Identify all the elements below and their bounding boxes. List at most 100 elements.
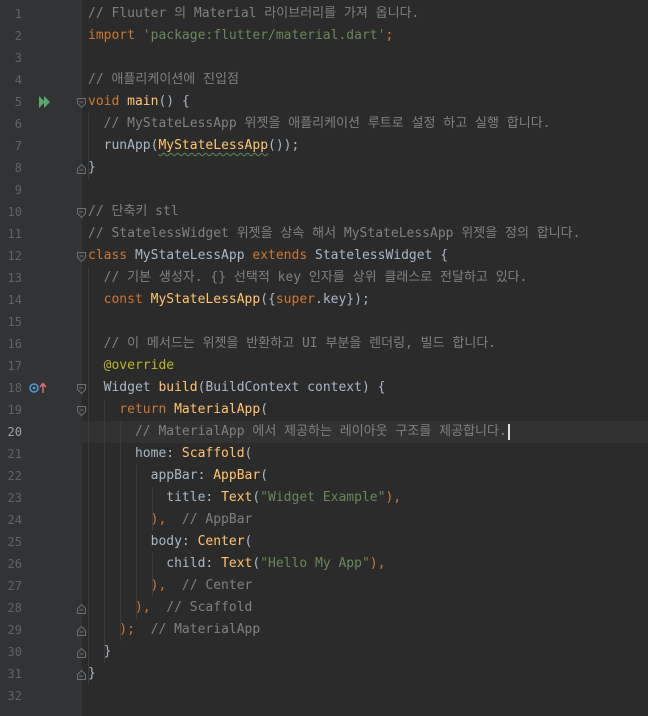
gutter-line[interactable]: 16 <box>0 333 82 355</box>
code-line[interactable]: // 기본 생성자. {} 선택적 key 인자를 상위 클래스로 전달하고 있… <box>82 267 648 289</box>
code-token: .key}); <box>315 292 370 307</box>
code-line[interactable]: ), // Center <box>82 575 648 597</box>
code-line[interactable]: void main() { <box>82 91 648 113</box>
code-line[interactable]: // MyStateLessApp 위젯을 애플리케이션 루트로 설정 하고 실… <box>82 113 648 135</box>
code-token: @override <box>88 358 175 373</box>
code-line[interactable]: Widget build(BuildContext context) { <box>82 377 648 399</box>
line-number-gutter[interactable]: 1 2 3 4 5 6 7 8 9 10 11 12 13 14 15 16 17 18 19 20 21 22 23 24 2… <box>0 0 86 716</box>
gutter-line[interactable]: 30 <box>0 641 86 663</box>
code-line[interactable]: return MaterialApp( <box>82 399 648 421</box>
gutter-line[interactable]: 31 <box>0 663 86 685</box>
code-token: MyStateLessApp <box>150 292 261 307</box>
code-token: // MaterialApp <box>150 622 261 637</box>
line-number: 25 <box>7 535 22 549</box>
code-line[interactable]: body: Center( <box>82 531 648 553</box>
gutter-line[interactable]: 21 <box>0 443 82 465</box>
code-line[interactable]: // 단축키 stl <box>82 201 648 223</box>
line-number: 14 <box>7 293 22 307</box>
gutter-line[interactable]: 24 <box>0 509 82 531</box>
code-editor[interactable]: 1 2 3 4 5 6 7 8 9 10 11 12 13 14 15 16 17 18 19 20 21 22 23 24 2… <box>0 0 648 716</box>
gutter-line[interactable]: 1 <box>0 3 82 25</box>
gutter-line[interactable]: 13 <box>0 267 82 289</box>
code-line[interactable]: } <box>82 663 648 685</box>
code-token: main <box>127 94 159 109</box>
gutter-line[interactable]: 11 <box>0 223 82 245</box>
code-line[interactable]: ), // Scaffold <box>82 597 648 619</box>
code-token: // 이 메서드는 위젯을 반환하고 UI 부분을 렌더링, 빌드 합니다. <box>88 336 497 351</box>
gutter-line[interactable]: 32 <box>0 685 82 707</box>
code-token: } <box>88 160 96 175</box>
gutter-line[interactable]: 19 <box>0 399 86 421</box>
line-number: 28 <box>7 601 22 615</box>
code-line[interactable] <box>82 311 648 333</box>
code-line[interactable]: } <box>82 641 648 663</box>
code-token: ( <box>244 534 253 549</box>
code-token: MaterialApp <box>174 402 261 417</box>
gutter-line[interactable]: 9 <box>0 179 82 201</box>
code-line[interactable]: home: Scaffold( <box>82 443 648 465</box>
code-line[interactable] <box>82 47 648 69</box>
override-marker-icon[interactable] <box>29 382 47 394</box>
gutter-line[interactable]: 5 <box>0 91 86 113</box>
code-line[interactable]: runApp(MyStateLessApp()); <box>82 135 648 157</box>
code-line[interactable]: // 애플리케이션에 진입점 <box>82 69 648 91</box>
line-number: 2 <box>14 29 22 43</box>
gutter-line[interactable]: 29 <box>0 619 86 641</box>
gutter-line[interactable]: 26 <box>0 553 82 575</box>
line-number: 16 <box>7 337 22 351</box>
gutter-line[interactable]: 20 <box>0 421 82 443</box>
code-line[interactable]: // StatelessWidget 위젯을 상속 해서 MyStateLess… <box>82 223 648 245</box>
run-icon[interactable] <box>39 96 51 108</box>
code-line[interactable]: } <box>82 157 648 179</box>
code-token: MyStateLessApp <box>134 248 253 263</box>
gutter-line[interactable]: 17 <box>0 355 82 377</box>
code-line[interactable] <box>82 685 648 707</box>
gutter-line[interactable]: 28 <box>0 597 86 619</box>
gutter-line[interactable]: 7 <box>0 135 82 157</box>
line-number: 29 <box>7 623 22 637</box>
code-token: import <box>88 28 143 43</box>
code-token: // MyStateLessApp 위젯을 애플리케이션 루트로 설정 하고 실… <box>88 116 551 131</box>
line-number: 1 <box>14 7 22 21</box>
line-number: 3 <box>14 51 22 65</box>
gutter-line[interactable]: 6 <box>0 113 82 135</box>
line-number: 13 <box>7 271 22 285</box>
gutter-line[interactable]: 22 <box>0 465 82 487</box>
code-line[interactable]: // 이 메서드는 위젯을 반환하고 UI 부분을 렌더링, 빌드 합니다. <box>82 333 648 355</box>
code-line[interactable]: class MyStateLessApp extends StatelessWi… <box>82 245 648 267</box>
gutter-line[interactable]: 10 <box>0 201 86 223</box>
line-number: 18 <box>7 381 22 395</box>
code-line[interactable]: import 'package:flutter/material.dart'; <box>82 25 648 47</box>
code-token: (BuildContext context) { <box>197 380 386 395</box>
line-number: 22 <box>7 469 22 483</box>
code-line[interactable]: appBar: AppBar( <box>82 465 648 487</box>
line-number: 19 <box>7 403 22 417</box>
indent-guide <box>152 487 153 531</box>
code-token: appBar: <box>88 468 214 483</box>
gutter-line[interactable]: 14 <box>0 289 82 311</box>
code-line[interactable] <box>82 179 648 201</box>
code-line[interactable]: title: Text("Widget Example"), <box>82 487 648 509</box>
gutter-line[interactable]: 23 <box>0 487 82 509</box>
code-token: ; <box>385 28 394 43</box>
gutter-line[interactable]: 27 <box>0 575 82 597</box>
line-number: 12 <box>7 249 22 263</box>
gutter-line[interactable]: 8 <box>0 157 86 179</box>
code-line[interactable]: @override <box>82 355 648 377</box>
gutter-line[interactable]: 12 <box>0 245 86 267</box>
gutter-line[interactable]: 4 <box>0 69 82 91</box>
code-line[interactable]: ); // MaterialApp <box>82 619 648 641</box>
code-line[interactable]: const MyStateLessApp({super.key}); <box>82 289 648 311</box>
code-line[interactable]: // MaterialApp 에서 제공하는 레이아웃 구조를 제공합니다. <box>82 421 648 443</box>
code-token: title: <box>88 490 222 505</box>
gutter-line[interactable]: 18 <box>0 377 86 399</box>
gutter-line[interactable]: 2 <box>0 25 82 47</box>
code-line[interactable]: child: Text("Hello My App"), <box>82 553 648 575</box>
code-line[interactable]: // Fluuter 의 Material 라이브러리를 가져 옵니다. <box>82 3 648 25</box>
gutter-line[interactable]: 25 <box>0 531 82 553</box>
gutter-line[interactable]: 3 <box>0 47 82 69</box>
indent-guide <box>88 113 89 179</box>
code-token: child: <box>88 556 222 571</box>
gutter-line[interactable]: 15 <box>0 311 82 333</box>
code-line[interactable]: ), // AppBar <box>82 509 648 531</box>
